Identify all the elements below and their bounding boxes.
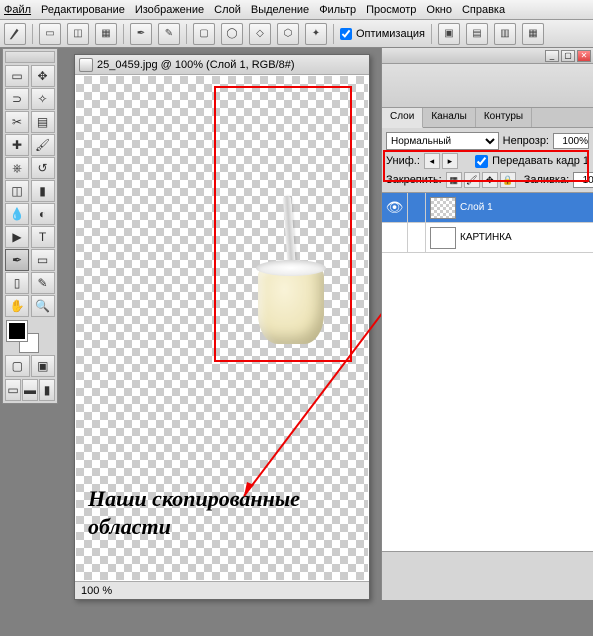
layer-row[interactable]: КАРТИНКА bbox=[382, 223, 593, 253]
link-toggle[interactable] bbox=[408, 193, 426, 222]
color-swatches[interactable] bbox=[5, 321, 55, 353]
layer-name[interactable]: КАРТИНКА bbox=[460, 232, 512, 243]
standard-mode-icon[interactable]: ▢ bbox=[5, 355, 30, 377]
shape-layers-icon[interactable]: ▭ bbox=[39, 23, 61, 45]
panels-dock: _ ▢ ✕ Слои Каналы Контуры Нормальный Неп… bbox=[381, 48, 593, 600]
zoom-level[interactable]: 100 % bbox=[81, 585, 112, 597]
visibility-toggle-icon[interactable] bbox=[382, 223, 408, 252]
slice-tool-icon[interactable]: ▤ bbox=[31, 111, 55, 133]
pen-tool-icon[interactable]: ✒ bbox=[5, 249, 29, 271]
paths-icon[interactable]: ◫ bbox=[67, 23, 89, 45]
close-button[interactable]: ✕ bbox=[577, 50, 591, 62]
opacity-label: Непрозр: bbox=[503, 135, 549, 147]
layers-list: 👁 Слой 1 КАРТИНКА bbox=[382, 192, 593, 552]
workspace: ▭ ✥ ⊃ ✧ ✂ ▤ ✚ 🖌 ⎈ ↺ ◫ ▮ 💧 ◐ ▶ T ✒ ▭ ▯ ✎ … bbox=[0, 48, 593, 600]
opacity-input[interactable] bbox=[553, 133, 589, 149]
visibility-toggle-icon[interactable]: 👁 bbox=[382, 193, 408, 222]
optimize-label: Оптимизация bbox=[356, 28, 425, 40]
divider bbox=[431, 24, 432, 44]
fill-pixels-icon[interactable]: ▦ bbox=[95, 23, 117, 45]
toolbox: ▭ ✥ ⊃ ✧ ✂ ▤ ✚ 🖌 ⎈ ↺ ◫ ▮ 💧 ◐ ▶ T ✒ ▭ ▯ ✎ … bbox=[2, 48, 58, 404]
history-brush-icon[interactable]: ↺ bbox=[31, 157, 55, 179]
crop-tool-icon[interactable]: ✂ bbox=[5, 111, 29, 133]
menu-image[interactable]: Изображение bbox=[135, 4, 204, 16]
gradient-tool-icon[interactable]: ▮ bbox=[31, 180, 55, 202]
divider bbox=[186, 24, 187, 44]
quickmask-mode-icon[interactable]: ▣ bbox=[31, 355, 56, 377]
menu-bar: Файл Редактирование Изображение Слой Выд… bbox=[0, 0, 593, 20]
document-icon bbox=[79, 58, 93, 72]
screen-standard-icon[interactable]: ▭ bbox=[5, 379, 21, 401]
path-arrange-icon[interactable]: ▥ bbox=[494, 23, 516, 45]
menu-select[interactable]: Выделение bbox=[251, 4, 309, 16]
blur-tool-icon[interactable]: 💧 bbox=[5, 203, 29, 225]
menu-help[interactable]: Справка bbox=[462, 4, 505, 16]
menu-view[interactable]: Просмотр bbox=[366, 4, 416, 16]
divider bbox=[333, 24, 334, 44]
layer-thumbnail[interactable] bbox=[430, 227, 456, 249]
app-window-controls: _ ▢ ✕ bbox=[382, 48, 593, 64]
document-window: 25_0459.jpg @ 100% (Слой 1, RGB/8#) Наши… bbox=[74, 54, 370, 600]
panel-tabs: Слои Каналы Контуры bbox=[382, 108, 593, 128]
menu-file[interactable]: Файл bbox=[4, 4, 31, 16]
link-toggle[interactable] bbox=[408, 223, 426, 252]
menu-window[interactable]: Окно bbox=[426, 4, 452, 16]
foreground-color-swatch[interactable] bbox=[7, 321, 27, 341]
divider bbox=[32, 24, 33, 44]
subtract-anchor-icon[interactable]: ◯ bbox=[221, 23, 243, 45]
tab-channels[interactable]: Каналы bbox=[423, 108, 476, 127]
layer-name[interactable]: Слой 1 bbox=[460, 202, 493, 213]
document-statusbar: 100 % bbox=[75, 581, 369, 599]
blend-mode-select[interactable]: Нормальный bbox=[386, 132, 499, 150]
screen-full-icon[interactable]: ▮ bbox=[39, 379, 55, 401]
eyedropper-tool-icon[interactable]: ✎ bbox=[31, 272, 55, 294]
menu-edit[interactable]: Редактирование bbox=[41, 4, 125, 16]
custom-shape-icon[interactable]: ✦ bbox=[305, 23, 327, 45]
menu-filter[interactable]: Фильтр bbox=[319, 4, 356, 16]
exclude-icon[interactable]: ⬡ bbox=[277, 23, 299, 45]
intersect-icon[interactable]: ◇ bbox=[249, 23, 271, 45]
toolbox-grip[interactable] bbox=[5, 51, 55, 63]
path-combine-icon[interactable]: ▣ bbox=[438, 23, 460, 45]
maximize-button[interactable]: ▢ bbox=[561, 50, 575, 62]
pen-icon[interactable]: ✒ bbox=[130, 23, 152, 45]
move-tool-icon[interactable]: ✥ bbox=[31, 65, 55, 87]
optimize-checkbox[interactable] bbox=[340, 28, 352, 40]
zoom-tool-icon[interactable]: 🔍 bbox=[31, 295, 55, 317]
menu-layer[interactable]: Слой bbox=[214, 4, 241, 16]
eraser-tool-icon[interactable]: ◫ bbox=[5, 180, 29, 202]
path-select-icon[interactable]: ▶ bbox=[5, 226, 29, 248]
screen-full-menu-icon[interactable]: ▬ bbox=[22, 379, 38, 401]
options-bar: ▭ ◫ ▦ ✒ ✎ ▢ ◯ ◇ ⬡ ✦ Оптимизация ▣ ▤ ▥ ▦ bbox=[0, 20, 593, 48]
wand-tool-icon[interactable]: ✧ bbox=[31, 88, 55, 110]
lasso-tool-icon[interactable]: ⊃ bbox=[5, 88, 29, 110]
annotation-box bbox=[214, 86, 352, 362]
marquee-tool-icon[interactable]: ▭ bbox=[5, 65, 29, 87]
notes-tool-icon[interactable]: ▯ bbox=[5, 272, 29, 294]
pen-tool-preset-icon[interactable] bbox=[4, 23, 26, 45]
collapsed-panel[interactable] bbox=[382, 64, 593, 108]
document-title: 25_0459.jpg @ 100% (Слой 1, RGB/8#) bbox=[97, 59, 295, 71]
freeform-pen-icon[interactable]: ✎ bbox=[158, 23, 180, 45]
canvas[interactable]: Наши скопированные области bbox=[76, 76, 368, 580]
minimize-button[interactable]: _ bbox=[545, 50, 559, 62]
annotation-text: Наши скопированные области bbox=[88, 485, 368, 542]
tab-paths[interactable]: Контуры bbox=[476, 108, 532, 127]
brush-tool-icon[interactable]: 🖌 bbox=[31, 134, 55, 156]
layer-thumbnail[interactable] bbox=[430, 197, 456, 219]
hand-tool-icon[interactable]: ✋ bbox=[5, 295, 29, 317]
heal-tool-icon[interactable]: ✚ bbox=[5, 134, 29, 156]
stamp-tool-icon[interactable]: ⎈ bbox=[5, 157, 29, 179]
dodge-tool-icon[interactable]: ◐ bbox=[31, 203, 55, 225]
document-titlebar[interactable]: 25_0459.jpg @ 100% (Слой 1, RGB/8#) bbox=[75, 55, 369, 75]
path-align-icon[interactable]: ▤ bbox=[466, 23, 488, 45]
annotation-box-layer bbox=[383, 150, 589, 182]
path-options-icon[interactable]: ▦ bbox=[522, 23, 544, 45]
add-anchor-icon[interactable]: ▢ bbox=[193, 23, 215, 45]
tab-layers[interactable]: Слои bbox=[382, 108, 423, 128]
shape-tool-icon[interactable]: ▭ bbox=[31, 249, 55, 271]
type-tool-icon[interactable]: T bbox=[31, 226, 55, 248]
layer-row[interactable]: 👁 Слой 1 bbox=[382, 193, 593, 223]
divider bbox=[123, 24, 124, 44]
